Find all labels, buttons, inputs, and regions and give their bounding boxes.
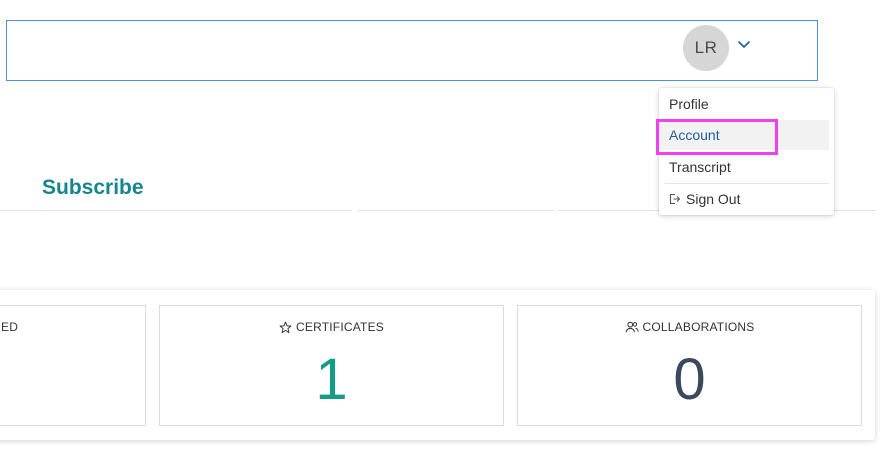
chevron-down-icon[interactable]: [737, 40, 751, 50]
stat-card-label: COLLABORATIONS: [642, 320, 755, 334]
menu-item-label: Transcript: [669, 159, 731, 175]
menu-item-sign-out[interactable]: Sign Out: [659, 184, 829, 214]
stat-card-label: CERTIFICATES: [296, 320, 384, 334]
sign-out-icon: [669, 193, 680, 205]
stat-card-collaborations: COLLABORATIONS 0: [517, 305, 862, 426]
menu-item-label: Profile: [669, 96, 709, 112]
stat-card-value: 0: [673, 347, 706, 412]
users-icon: [625, 321, 639, 333]
user-dropdown-menu: Profile Account Transcript Sign Out: [659, 88, 834, 215]
stat-card-label: ED: [1, 320, 19, 334]
section-divider: [358, 210, 554, 211]
user-avatar[interactable]: LR: [683, 25, 729, 71]
menu-item-label: Account: [669, 127, 720, 143]
menu-item-label: Sign Out: [686, 191, 741, 207]
section-divider: [0, 210, 352, 211]
menu-item-account[interactable]: Account: [659, 120, 829, 150]
menu-item-profile[interactable]: Profile: [659, 89, 829, 119]
stat-card-partial: ED: [0, 305, 146, 426]
star-icon: [279, 321, 292, 334]
stat-card-value: 1: [315, 347, 348, 412]
subscribe-link[interactable]: Subscribe: [42, 176, 144, 200]
menu-item-transcript[interactable]: Transcript: [659, 152, 829, 182]
avatar-initials: LR: [694, 38, 718, 57]
stat-card-certificates: CERTIFICATES 1: [159, 305, 504, 426]
